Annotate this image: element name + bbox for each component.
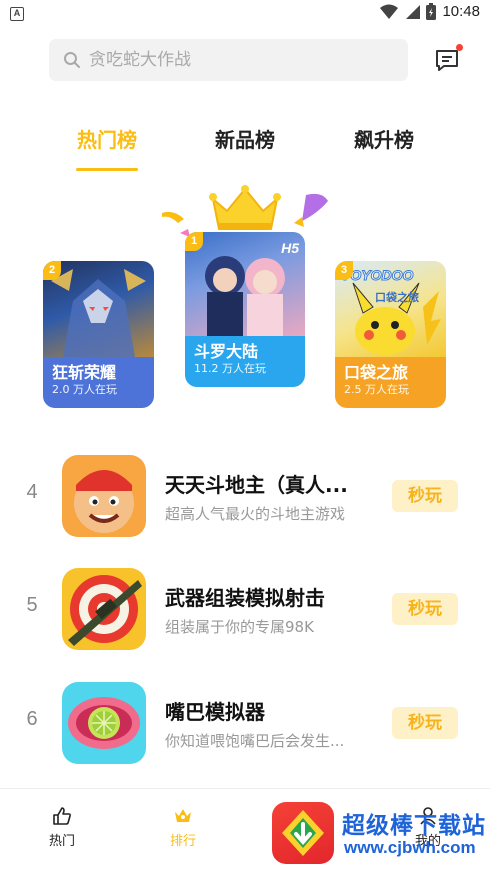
search-icon	[64, 52, 80, 68]
rank-badge: 1	[185, 232, 203, 251]
game-title: 武器组装模拟射击	[165, 586, 325, 610]
podium-card-rank-1[interactable]: H5 1 斗罗大陆 11.2 万人在玩	[185, 232, 305, 387]
tab-hot[interactable]: 热门榜	[57, 124, 157, 153]
rank-number: 5	[26, 594, 38, 616]
game-name: 狂斩荣耀	[52, 363, 117, 382]
list-item[interactable]: 4 天天斗地主（真人... 超高人气最火的斗地主游戏 秒玩	[0, 451, 490, 541]
tab-new[interactable]: 新品榜	[195, 124, 295, 153]
unread-dot	[456, 44, 463, 51]
card-caption: 狂斩荣耀 2.0 万人在玩	[43, 357, 154, 408]
nav-item-hot[interactable]: 热门	[22, 789, 102, 870]
confetti-right-icon	[294, 193, 328, 227]
ranking-tabs: 热门榜 新品榜 飙升榜	[0, 124, 490, 174]
game-icon	[62, 682, 146, 764]
search-input[interactable]	[89, 50, 369, 70]
rank-badge: 2	[43, 261, 61, 280]
game-description: 组装属于你的专属98K	[165, 618, 314, 636]
tab-rising[interactable]: 飙升榜	[334, 124, 434, 153]
game-description: 你知道喂饱嘴巴后会发生...	[165, 732, 345, 750]
rank-badge: 3	[335, 261, 353, 280]
game-cover-image: H5	[185, 232, 305, 336]
list-item[interactable]: 5 武器组装模拟射击 组装属于你的专属98K 秒玩	[0, 564, 490, 654]
site-watermark: 超级棒下载站 www.cjbwh.com	[272, 796, 490, 868]
player-count: 2.0 万人在玩	[52, 383, 117, 396]
crown-icon	[175, 809, 191, 822]
instant-play-button[interactable]: 秒玩	[392, 480, 458, 512]
podium-card-rank-2[interactable]: 2 狂斩荣耀 2.0 万人在玩	[43, 261, 154, 408]
game-icon	[62, 455, 146, 537]
wifi-icon	[380, 4, 399, 19]
rank-number: 4	[26, 481, 38, 503]
game-title: 天天斗地主（真人...	[165, 473, 348, 497]
search-row	[0, 36, 490, 84]
crown-icon	[209, 185, 281, 230]
watermark-title: 超级棒下载站	[342, 813, 486, 839]
instant-play-button[interactable]: 秒玩	[392, 707, 458, 739]
top-three-podium: 2 狂斩荣耀 2.0 万人在玩 H5 1 斗罗大陆 11.2 万人在玩 YOYO…	[0, 185, 490, 415]
status-indicators: 10:48	[380, 3, 480, 20]
cover-subtext: 口袋之旅	[375, 291, 419, 304]
watermark-url: www.cjbwh.com	[344, 838, 476, 857]
messages-button[interactable]	[434, 44, 464, 74]
thumbs-up-icon	[53, 807, 71, 825]
rank-number: 6	[26, 708, 38, 730]
game-name: 口袋之旅	[344, 363, 409, 382]
battery-icon	[426, 3, 437, 20]
game-name: 斗罗大陆	[194, 342, 259, 361]
player-count: 2.5 万人在玩	[344, 383, 409, 396]
podium-card-rank-3[interactable]: YOYODOO 口袋之旅 3 口袋之旅 2.5 万人在玩	[335, 261, 446, 408]
game-icon	[62, 568, 146, 650]
card-caption: 斗罗大陆 11.2 万人在玩	[185, 336, 305, 387]
active-tab-indicator	[76, 168, 138, 171]
signal-icon	[406, 4, 421, 19]
nav-label: 排行	[169, 834, 196, 849]
search-bar[interactable]	[49, 39, 408, 81]
instant-play-button[interactable]: 秒玩	[392, 593, 458, 625]
status-bar: A 10:48	[0, 0, 490, 28]
game-title: 嘴巴模拟器	[165, 700, 265, 724]
cover-text: H5	[281, 240, 299, 256]
notification-app-icon: A	[10, 7, 24, 21]
clock: 10:48	[442, 3, 480, 20]
nav-item-ranking[interactable]: 排行	[143, 789, 223, 870]
game-description: 超高人气最火的斗地主游戏	[165, 505, 346, 523]
card-caption: 口袋之旅 2.5 万人在玩	[335, 357, 446, 408]
watermark-logo	[272, 802, 334, 864]
message-icon	[436, 50, 458, 71]
player-count: 11.2 万人在玩	[194, 362, 266, 375]
nav-label: 热门	[48, 834, 75, 849]
list-item[interactable]: 6 嘴巴模拟器 你知道喂饱嘴巴后会发生... 秒玩	[0, 678, 490, 768]
